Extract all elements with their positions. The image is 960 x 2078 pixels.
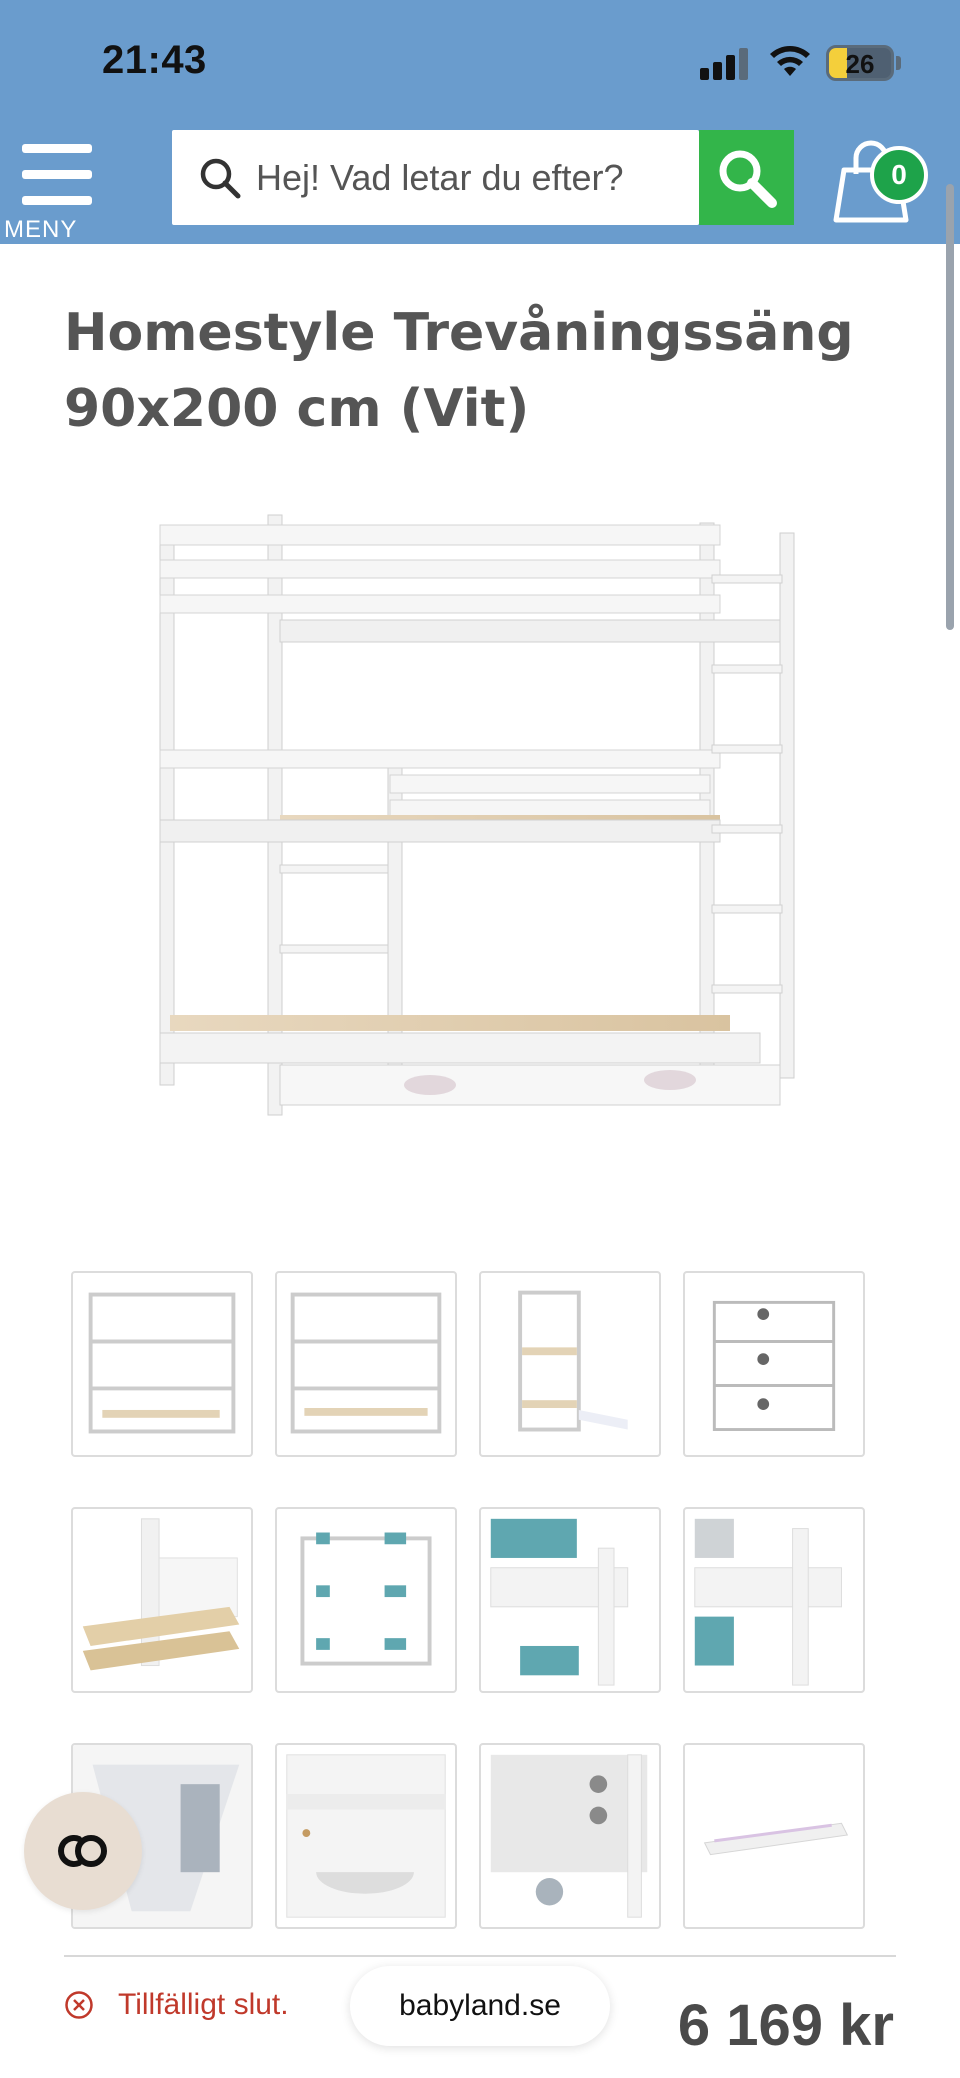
footer-divider bbox=[64, 1955, 896, 1957]
wifi-icon bbox=[770, 46, 810, 76]
product-title-line2: 90x200 cm (Vit) bbox=[64, 379, 530, 439]
thumbnail-image bbox=[703, 1822, 849, 1856]
thumbnail-12[interactable] bbox=[683, 1743, 865, 1929]
site-header: 21:43 26 MENY Hej! Vad letar du efter? 0 bbox=[0, 0, 960, 244]
thumbnail-image bbox=[88, 1292, 236, 1434]
thumbnail-3[interactable] bbox=[479, 1271, 661, 1457]
product-title: Homestyle Trevåningssäng 90x200 cm (Vit) bbox=[64, 295, 864, 447]
product-main-image[interactable] bbox=[150, 495, 810, 1155]
search-button-icon bbox=[719, 150, 777, 208]
thumbnail-image bbox=[82, 1518, 240, 1671]
stock-status: Tillfälligt slut. bbox=[64, 1988, 289, 2022]
status-time: 21:43 bbox=[102, 38, 207, 82]
search-placeholder: Hej! Vad letar du efter? bbox=[256, 156, 624, 198]
chat-icon bbox=[58, 1835, 107, 1867]
thumbnail-6[interactable] bbox=[275, 1507, 457, 1693]
battery-cap bbox=[896, 56, 901, 70]
search-icon bbox=[200, 158, 241, 198]
thumbnail-image bbox=[490, 1754, 648, 1918]
thumbnail-8[interactable] bbox=[683, 1507, 865, 1693]
thumbnail-image bbox=[300, 1532, 432, 1666]
thumbnail-image bbox=[290, 1292, 442, 1434]
thumbnail-image bbox=[286, 1754, 446, 1918]
stock-status-text: Tillfälligt slut. bbox=[118, 1988, 289, 2021]
chat-button[interactable] bbox=[24, 1792, 142, 1910]
product-price: 6 169 kr bbox=[677, 1993, 894, 2058]
thumbnail-7[interactable] bbox=[479, 1507, 661, 1693]
thumbnail-image bbox=[518, 1290, 628, 1432]
page-scrollbar[interactable] bbox=[946, 184, 954, 630]
search-button[interactable] bbox=[699, 130, 794, 225]
menu-label: MENY bbox=[4, 216, 78, 243]
product-title-line1: Homestyle Trevåningssäng bbox=[64, 303, 854, 363]
thumbnail-image bbox=[694, 1518, 842, 1686]
browser-url-pill[interactable]: babyland.se bbox=[350, 1966, 610, 2046]
battery-icon: 26 bbox=[826, 45, 894, 81]
thumbnail-1[interactable] bbox=[71, 1271, 253, 1457]
error-circle-icon bbox=[65, 1991, 93, 2019]
search-input[interactable]: Hej! Vad letar du efter? bbox=[172, 130, 699, 225]
thumbnail-11[interactable] bbox=[479, 1743, 661, 1929]
cart-count-badge: 0 bbox=[870, 146, 928, 204]
battery-level: 26 bbox=[845, 49, 875, 79]
thumbnail-10[interactable] bbox=[275, 1743, 457, 1929]
thumbnail-image bbox=[490, 1518, 629, 1686]
cellular-signal-icon bbox=[700, 48, 748, 80]
thumbnail-image bbox=[712, 1300, 836, 1431]
thumbnail-4[interactable] bbox=[683, 1271, 865, 1457]
thumbnail-5[interactable] bbox=[71, 1507, 253, 1693]
thumbnail-2[interactable] bbox=[275, 1271, 457, 1457]
